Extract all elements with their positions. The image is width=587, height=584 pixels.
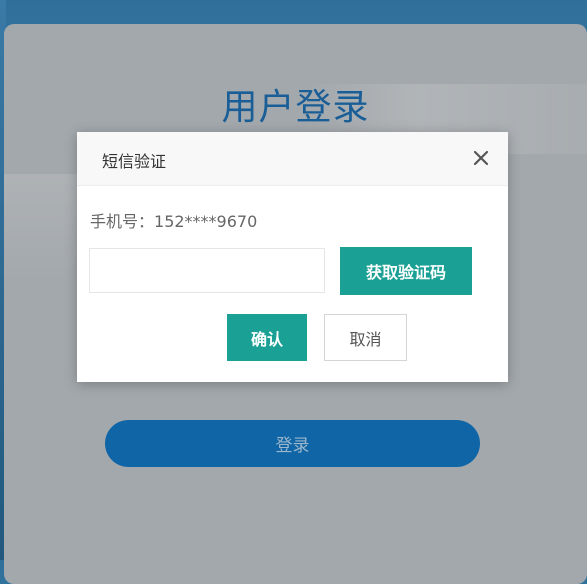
- cancel-button[interactable]: 取消: [324, 314, 407, 361]
- page-title: 用户登录: [221, 87, 370, 128]
- confirm-button[interactable]: 确认: [227, 314, 307, 361]
- verification-code-input[interactable]: [89, 248, 325, 293]
- login-button[interactable]: 登录: [105, 420, 480, 467]
- sms-verification-dialog: 短信验证 手机号：152****9670 获取验证码 确认 取消: [77, 132, 508, 382]
- dialog-title: 短信验证: [102, 152, 167, 171]
- close-icon[interactable]: [470, 147, 492, 169]
- get-verification-code-button[interactable]: 获取验证码: [340, 247, 472, 295]
- dialog-header: 短信验证: [77, 132, 508, 186]
- phone-label: 手机号：: [90, 212, 155, 231]
- phone-number-row: 手机号：152****9670: [90, 208, 257, 232]
- phone-value: 152****9670: [154, 212, 258, 231]
